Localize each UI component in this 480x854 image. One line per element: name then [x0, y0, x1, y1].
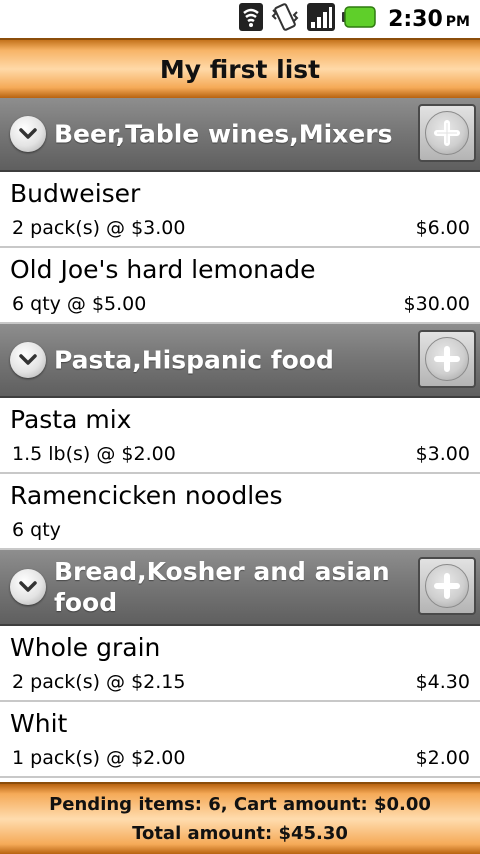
list-item[interactable]: Pasta mix 1.5 lb(s) @ $2.00 $3.00 — [0, 398, 480, 474]
clock-ampm: PM — [445, 13, 470, 30]
item-total: $6.00 — [415, 217, 470, 239]
status-bar: 2:30 PM — [0, 0, 480, 38]
status-icons: 2:30 PM — [238, 3, 470, 35]
add-item-button[interactable] — [418, 104, 476, 162]
page-title: My first list — [159, 54, 321, 84]
add-item-button[interactable] — [418, 330, 476, 388]
category-name: Pasta,Hispanic food — [54, 345, 334, 375]
list-item[interactable]: Old Joe's hard lemonade 6 qty @ $5.00 $3… — [0, 248, 480, 324]
pending-summary: Pending items: 6, Cart amount: $0.00 — [49, 794, 431, 815]
battery-icon — [342, 5, 376, 33]
shopping-list: Beer,Table wines,Mixers Budweiser 2 pack… — [0, 98, 480, 778]
category-header-bread[interactable]: Bread,Kosher and asian food — [0, 550, 480, 626]
item-detail: 1.5 lb(s) @ $2.00 — [12, 443, 176, 465]
item-name: Ramencicken noodles — [10, 481, 283, 510]
item-name: Whit — [10, 709, 68, 738]
category-name: Bread,Kosher and asian food — [54, 557, 390, 617]
item-total: $4.30 — [415, 671, 470, 693]
category-header-pasta[interactable]: Pasta,Hispanic food — [0, 324, 480, 398]
item-total: $2.00 — [415, 747, 470, 769]
chevron-down-icon[interactable] — [10, 116, 46, 152]
add-item-button[interactable] — [418, 557, 476, 615]
plus-icon — [425, 111, 469, 155]
chevron-down-icon[interactable] — [10, 342, 46, 378]
title-bar: My first list — [0, 38, 480, 98]
item-name: Whole grain — [10, 633, 161, 662]
wifi-icon — [238, 2, 264, 36]
list-item[interactable]: Whit 1 pack(s) @ $2.00 $2.00 — [0, 702, 480, 778]
item-name: Old Joe's hard lemonade — [10, 255, 316, 284]
item-name: Budweiser — [10, 179, 141, 208]
item-detail: 2 pack(s) @ $3.00 — [12, 217, 186, 239]
list-item[interactable]: Budweiser 2 pack(s) @ $3.00 $6.00 — [0, 172, 480, 248]
item-total: $3.00 — [415, 443, 470, 465]
item-detail: 2 pack(s) @ $2.15 — [12, 671, 186, 693]
total-amount: Total amount: $45.30 — [132, 823, 348, 844]
chevron-down-icon[interactable] — [10, 569, 46, 605]
item-detail: 6 qty — [12, 519, 61, 541]
vibrate-icon — [270, 2, 300, 36]
summary-footer: Pending items: 6, Cart amount: $0.00 Tot… — [0, 782, 480, 854]
list-item[interactable]: Whole grain 2 pack(s) @ $2.15 $4.30 — [0, 626, 480, 702]
signal-icon — [306, 2, 336, 36]
item-total: $30.00 — [403, 293, 470, 315]
plus-icon — [425, 564, 469, 608]
category-name: Beer,Table wines,Mixers — [54, 119, 393, 149]
item-detail: 6 qty @ $5.00 — [12, 293, 147, 315]
clock: 2:30 PM — [388, 7, 470, 32]
item-detail: 1 pack(s) @ $2.00 — [12, 747, 186, 769]
item-name: Pasta mix — [10, 405, 132, 434]
list-item[interactable]: Ramencicken noodles 6 qty — [0, 474, 480, 550]
plus-icon — [425, 337, 469, 381]
category-header-beer[interactable]: Beer,Table wines,Mixers — [0, 98, 480, 172]
clock-time: 2:30 — [388, 6, 443, 32]
